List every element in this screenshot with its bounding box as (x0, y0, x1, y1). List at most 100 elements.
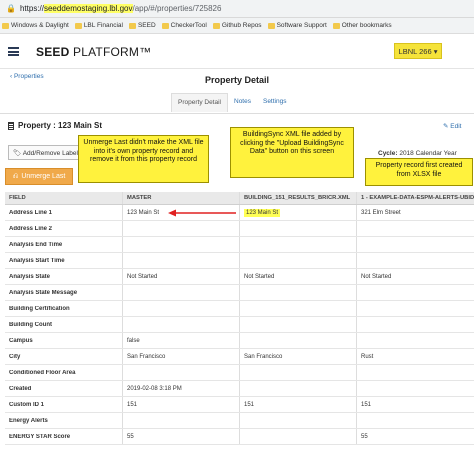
cell-text: Address Line 1 (9, 209, 53, 216)
bookmark-item[interactable]: SEED (128, 22, 156, 29)
unmerge-icon: ⎌ (12, 172, 19, 180)
bookmark-label: Windows & Daylight (11, 22, 69, 29)
field-value-cell (356, 221, 474, 236)
field-value-cell: 321 Elm Street (356, 205, 474, 220)
cell-text: Analysis State Message (9, 289, 78, 296)
brand-logo[interactable]: SEED PLATFORM™ (36, 45, 151, 59)
field-value-cell (356, 333, 474, 348)
bookmark-item[interactable]: Windows & Daylight (2, 22, 69, 29)
tab-settings[interactable]: Settings (257, 93, 293, 112)
cycle-selector[interactable]: Cycle: 2018 Calendar Year (378, 150, 457, 157)
property-title-text: Property : 123 Main St (18, 121, 103, 130)
cell-text: 321 Elm Street (361, 209, 401, 216)
field-value-cell (239, 285, 356, 300)
bookmark-item[interactable]: Software Support (267, 22, 327, 29)
table-row: Analysis State Message (5, 285, 474, 301)
column-header-xml[interactable]: BUILDING_151_RESULTS_BRICR.XML (239, 192, 356, 204)
field-name-cell: Analysis Start Time (5, 258, 122, 264)
bookmark-item[interactable]: LBL Financial (74, 22, 123, 29)
field-value-cell (239, 365, 356, 380)
url-host: seeddemostaging.lbl.gov (43, 4, 133, 13)
table-row: City San Francisco San Francisco Rust (5, 349, 474, 365)
field-name-cell: Conditioned Floor Area (5, 370, 122, 376)
lock-icon: 🔒 (6, 4, 16, 13)
field-value-cell: 151 (239, 397, 356, 412)
cell-text: Energy Alerts (9, 417, 48, 424)
cell-text: 2019-02-08 3:18 PM (127, 385, 182, 392)
url-bar[interactable]: 🔒 https://seeddemostaging.lbl.gov/app/#/… (0, 0, 474, 18)
field-value-cell (356, 285, 474, 300)
callout-buildingsync-note: BuildingSync XML file added by clicking … (230, 127, 354, 178)
cell-text: Address Line 2 (9, 225, 53, 232)
folder-icon (161, 22, 169, 29)
field-value-cell (122, 237, 239, 252)
add-remove-labels-button[interactable]: 🏷 Add/Remove Labels (8, 145, 84, 160)
field-value-cell: Not Started (356, 269, 474, 284)
field-value-cell: San Francisco (122, 349, 239, 364)
unmerge-last-button[interactable]: ⎌ Unmerge Last (5, 168, 73, 185)
callout-first-record-note: Property record first created from XLSX … (365, 158, 473, 186)
edit-button[interactable]: ✎ Edit (443, 122, 461, 130)
cell-text: Created (9, 385, 32, 392)
cell-text: Not Started (361, 273, 392, 280)
app-header: SEED PLATFORM™ LBNL 266 ▾ (0, 35, 474, 69)
red-arrow-annotation (168, 209, 236, 217)
cell-text: 151 (127, 401, 138, 408)
field-value-cell (239, 317, 356, 332)
folder-icon (2, 22, 9, 29)
field-value-cell (122, 221, 239, 236)
cycle-value: 2018 Calendar Year (399, 150, 457, 157)
field-name-cell: Address Line 2 (5, 226, 122, 232)
table-row: Custom ID 1 151 151 151 (5, 397, 474, 413)
url-prefix: https:// (19, 4, 44, 13)
cycle-label: Cycle: (378, 150, 398, 157)
tab-property-detail[interactable]: Property Detail (171, 93, 228, 112)
column-header-field[interactable]: FIELD (5, 195, 122, 201)
field-name-cell: Analysis State (5, 274, 122, 280)
property-title: Property : 123 Main St (8, 121, 102, 130)
bookmark-label: Software Support (276, 22, 327, 29)
column-header-xlsx[interactable]: 1 - EXAMPLE-DATA-ESPM-ALERTS-UBID.XL (356, 192, 474, 204)
column-header-master[interactable]: MASTER (122, 192, 239, 204)
field-value-cell: false (122, 333, 239, 348)
tab-notes[interactable]: Notes (228, 93, 257, 112)
bookmark-item[interactable]: CheckerTool (161, 22, 207, 29)
table-row: Analysis Start Time (5, 253, 474, 269)
field-value-cell (122, 413, 239, 428)
bookmark-item[interactable]: Other bookmarks (332, 22, 392, 29)
bookmarks-bar: Windows & Daylight LBL Financial SEED Ch… (0, 18, 474, 34)
table-row: Energy Alerts (5, 413, 474, 429)
cell-text: Rust (361, 353, 374, 360)
bookmark-label: SEED (137, 22, 156, 29)
field-name-cell: ENERGY STAR Score (5, 434, 122, 440)
table-row: Created 2019-02-08 3:18 PM (5, 381, 474, 397)
url-text[interactable]: https://seeddemostaging.lbl.gov/app/#/pr… (19, 4, 221, 13)
cell-text: Analysis End Time (9, 241, 63, 248)
folder-icon (212, 22, 220, 29)
cell-text: 151 (244, 401, 255, 408)
hamburger-menu-icon[interactable] (8, 47, 19, 56)
field-value-cell (356, 317, 474, 332)
field-name-cell: Campus (5, 338, 122, 344)
folder-icon (267, 22, 275, 29)
cell-text: Building Count (9, 321, 52, 328)
field-value-cell (356, 253, 474, 268)
cell-text: Analysis Start Time (9, 257, 65, 264)
cell-text: false (127, 337, 140, 344)
brand-bold: SEED (36, 45, 70, 59)
field-name-cell: Created (5, 386, 122, 392)
field-value-cell (356, 301, 474, 316)
field-value-cell: Rust (356, 349, 474, 364)
cell-text: City (9, 353, 21, 360)
cell-text: Conditioned Floor Area (9, 369, 76, 376)
field-value-cell (122, 253, 239, 268)
field-value-cell (122, 365, 239, 380)
field-value-cell (239, 237, 356, 252)
cell-text: 123 Main St (244, 208, 281, 217)
bookmark-item[interactable]: Github Repos (212, 22, 262, 29)
field-value-cell (239, 381, 356, 396)
cell-text: 123 Main St (127, 209, 160, 216)
organization-dropdown[interactable]: LBNL 266 ▾ (394, 43, 442, 59)
field-name-cell: City (5, 354, 122, 360)
folder-icon (74, 22, 82, 29)
